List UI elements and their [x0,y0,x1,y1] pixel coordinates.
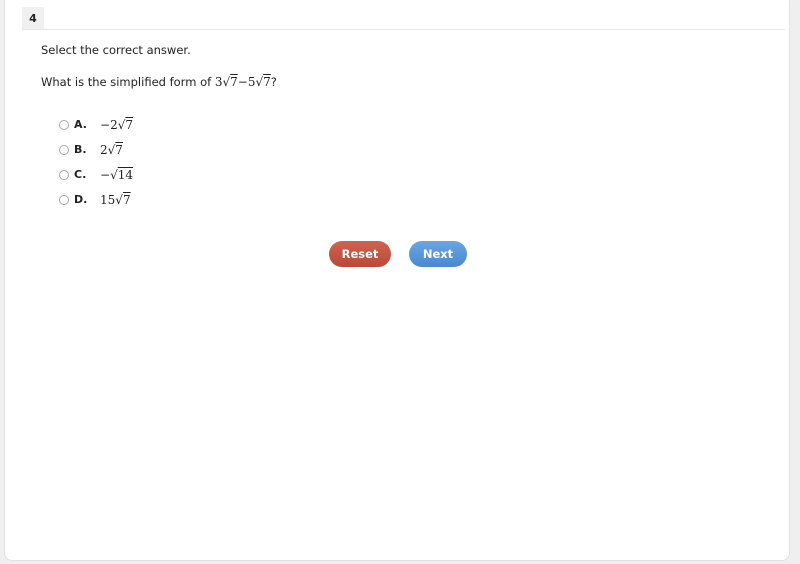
sqrt-symbol: √ [222,75,231,89]
option-a[interactable]: A. −2√7 [59,112,133,137]
option-d[interactable]: D. 15√7 [59,187,133,212]
question-number: 4 [22,7,44,29]
radicand: 7 [125,117,133,132]
option-text: 15√7 [100,193,131,207]
answer-options: A. −2√7 B. 2√7 C. −√14 D. 15√7 [59,112,133,212]
radicand: 7 [122,192,131,207]
radio-button[interactable] [59,169,69,180]
instruction-text: Select the correct answer. [41,43,191,57]
radicand: 7 [115,142,123,157]
option-b[interactable]: B. 2√7 [59,137,133,162]
term1-radicand: 7 [230,75,238,89]
radio-button[interactable] [59,144,69,155]
sqrt-symbol: √ [110,167,118,182]
option-letter: D. [74,193,88,206]
prompt-suffix: ? [270,75,277,89]
option-letter: B. [74,143,87,156]
term2-radicand: 7 [263,75,271,89]
coef: 2 [100,142,108,157]
coef: 2 [110,117,118,132]
sign: − [100,167,111,182]
radicand: 14 [117,167,133,182]
operator: − [237,75,248,89]
question-prompt: What is the simplified form of 3√7−5√7? [41,75,277,89]
option-letter: A. [74,118,87,131]
coef: 15 [100,192,116,207]
prompt-prefix: What is the simplified form of [41,75,215,89]
radio-button[interactable] [59,119,69,130]
option-c[interactable]: C. −√14 [59,162,133,187]
sqrt-symbol: √ [115,192,123,207]
option-letter: C. [74,168,87,181]
option-text: −√14 [100,168,133,182]
expression: 3√7−5√7 [215,75,271,89]
radio-button[interactable] [59,194,69,205]
reset-button[interactable]: Reset [329,241,391,267]
next-button[interactable]: Next [409,241,467,267]
sign: − [100,117,111,132]
option-text: 2√7 [100,143,123,157]
option-text: −2√7 [100,118,133,132]
question-card: 4 Select the correct answer. What is the… [4,0,790,561]
header-divider [22,29,785,30]
sqrt-symbol: √ [255,75,264,89]
